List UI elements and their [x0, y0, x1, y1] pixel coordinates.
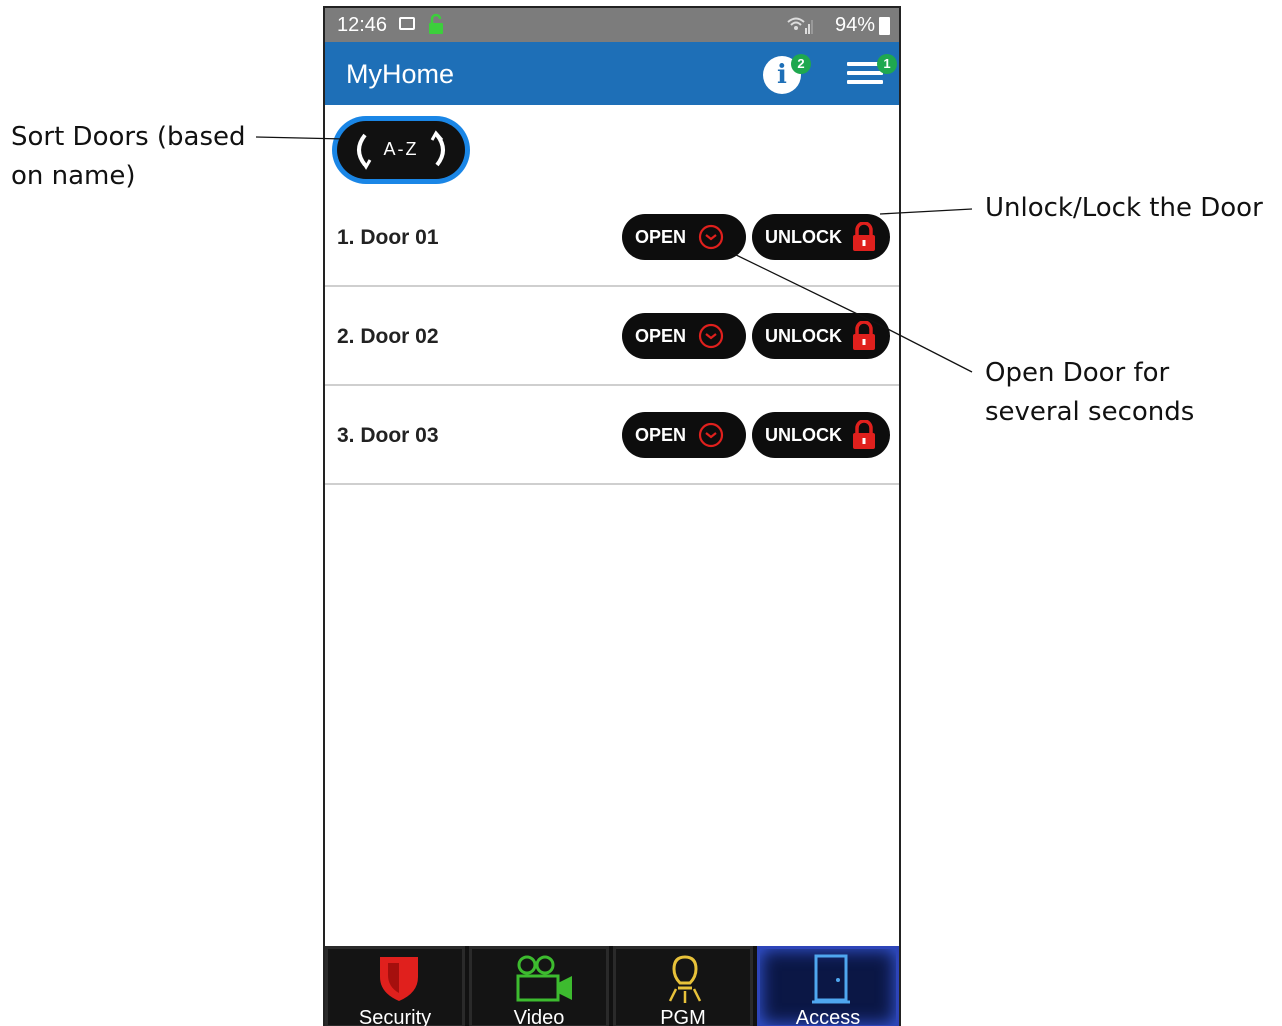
annotation-line: Open Door for [985, 358, 1170, 388]
annotation-line: several seconds [985, 397, 1195, 427]
open-leader-line-1 [879, 324, 973, 373]
open-annotation: Open Door for several seconds [985, 354, 1194, 432]
sort-leader-line [255, 136, 346, 140]
unlock-leader-line [879, 208, 973, 215]
annotation-line: on name) [11, 161, 136, 191]
sort-annotation: Sort Doors (based on name) [11, 118, 246, 196]
unlock-annotation: Unlock/Lock the Door [985, 193, 1263, 223]
annotation-line: Sort Doors (based [11, 122, 246, 152]
open-leader-line-2 [729, 251, 881, 326]
